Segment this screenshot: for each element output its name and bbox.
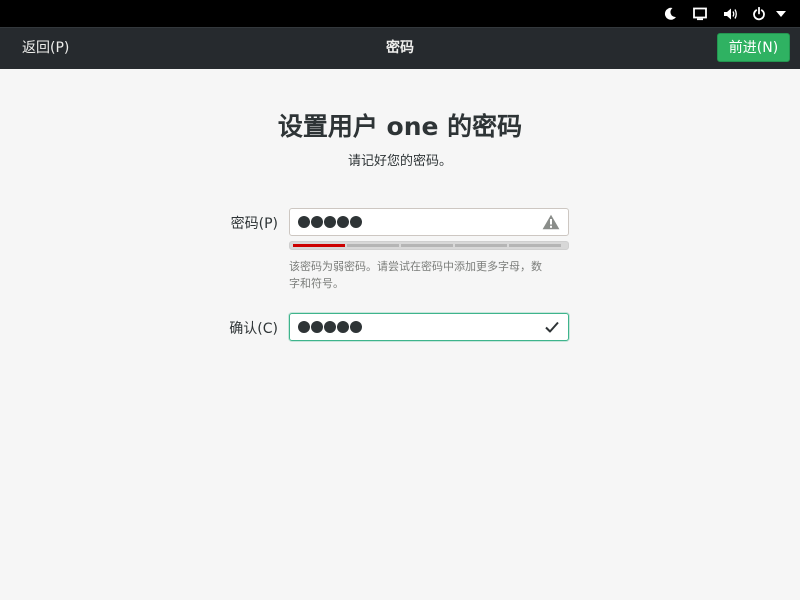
strength-segment [455,244,507,247]
password-hint: 该密码为弱密码。请尝试在密码中添加更多字母，数 字和符号。 [289,258,551,292]
warning-icon [542,214,560,230]
night-light-icon[interactable] [663,7,677,21]
mask-dot [311,321,323,333]
password-field[interactable] [289,208,569,236]
display-icon[interactable] [693,7,707,21]
mask-dot [350,321,362,333]
strength-segment [401,244,453,247]
password-hint-line: 字和符号。 [289,277,344,290]
header-bar: 返回(P) 密码 前进(N) [0,27,800,69]
confirm-mask [298,319,363,333]
check-icon [545,321,559,333]
volume-icon[interactable] [723,7,738,21]
confirm-label: 确认(C) [229,321,278,337]
mask-dot [337,216,349,228]
password-hint-line: 该密码为弱密码。请尝试在密码中添加更多字母，数 [289,260,542,273]
top-bar [0,0,800,27]
mask-dot [337,321,349,333]
page-subtitle: 请记好您的密码。 [347,154,452,169]
menu-caret-icon [776,10,786,17]
system-tray [663,0,786,27]
strength-segment [293,244,345,247]
next-button[interactable]: 前进(N) [717,33,790,62]
password-label: 密码(P) [230,216,278,232]
mask-dot [350,216,362,228]
power-icon [753,6,765,20]
confirm-field[interactable] [289,313,569,341]
mask-dot [311,216,323,228]
header-title: 密码 [386,40,414,56]
main-content: 设置用户 one 的密码 请记好您的密码。 密码(P) 该密码为弱密码。请尝试在… [0,69,800,600]
password-mask [298,214,363,228]
mask-dot [298,216,310,228]
mask-dot [324,216,336,228]
strength-segment [509,244,561,247]
page-title: 设置用户 one 的密码 [277,112,523,141]
mask-dot [298,321,310,333]
mask-dot [324,321,336,333]
system-menu[interactable] [752,6,786,21]
strength-segment [347,244,399,247]
password-strength-meter [289,241,569,250]
